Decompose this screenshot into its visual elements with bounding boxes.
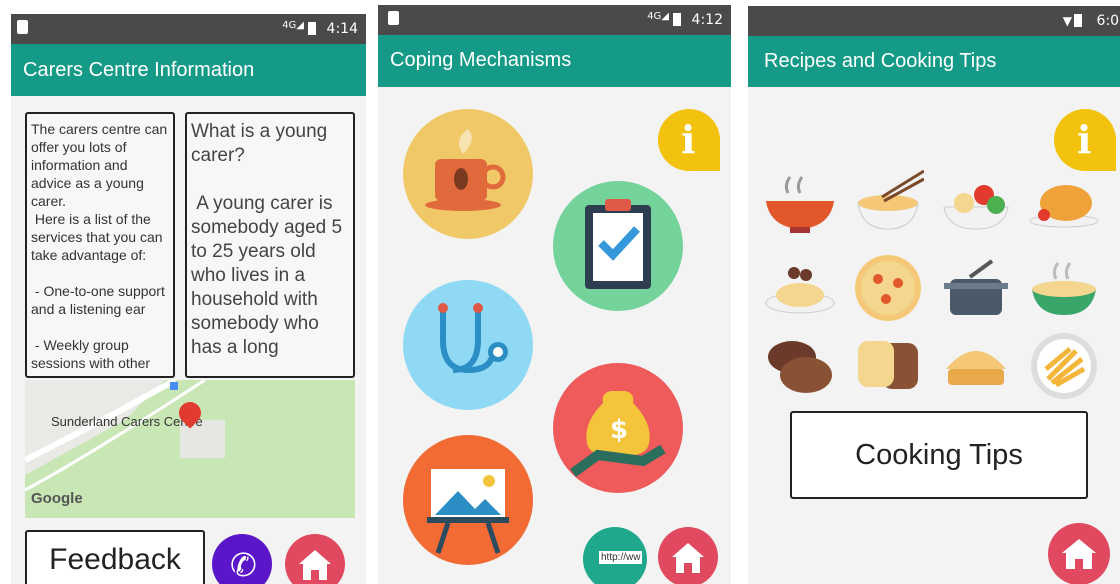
call-button[interactable]: ✆: [212, 534, 272, 584]
recipe-pie-button[interactable]: [940, 331, 1012, 401]
wifi-icon: ▼: [1062, 14, 1072, 28]
feedback-label: Feedback: [49, 543, 181, 576]
soup-bowl-icon: [766, 176, 834, 233]
home-icon: [672, 543, 704, 573]
coffee-button[interactable]: [403, 109, 533, 239]
home-button[interactable]: [658, 527, 718, 584]
status-time: 4:12: [691, 12, 723, 28]
cooking-tips-label: Cooking Tips: [855, 438, 1023, 471]
website-link-button[interactable]: http://ww: [583, 527, 647, 584]
recipe-pizza-button[interactable]: [852, 253, 924, 323]
pie-icon: [946, 351, 1006, 385]
potato-icon: [768, 341, 832, 393]
map-google-logo: Google: [31, 490, 83, 507]
info-icon: i: [681, 117, 696, 162]
home-button[interactable]: [285, 534, 345, 584]
stethoscope-icon: [438, 303, 508, 374]
recipe-broth-button[interactable]: [1028, 253, 1100, 323]
screen-coping-mechanisms: 4G◢ 4:12 Coping Mechanisms $ i http://ww: [378, 0, 731, 584]
screen-recipes: ▼ 6:00 Recipes and Cooking Tips i: [748, 0, 1120, 584]
fries-plate-icon: [1031, 333, 1097, 399]
recipe-soup-button[interactable]: [764, 167, 836, 237]
map-view[interactable]: Sunderland Carers Centre Google: [25, 380, 355, 518]
app-bar: Coping Mechanisms: [378, 35, 731, 87]
page-title: Carers Centre Information: [23, 59, 255, 81]
bread-icon: [858, 341, 918, 389]
status-time: 4:14: [326, 21, 358, 37]
info-button[interactable]: i: [1054, 109, 1116, 171]
link-label: http://ww: [599, 551, 643, 564]
green-bowl-icon: [1032, 262, 1096, 315]
art-button[interactable]: [403, 435, 533, 565]
svg-text:$: $: [610, 415, 628, 445]
salad-bowl-icon: [943, 185, 1009, 230]
recipe-stew-button[interactable]: [940, 253, 1012, 323]
recipe-pasta-button[interactable]: [764, 253, 836, 323]
young-carer-text: What is a young carer? A young carer is …: [191, 121, 343, 358]
sd-card-icon: [17, 20, 28, 34]
health-button[interactable]: [403, 280, 533, 410]
home-icon: [1062, 539, 1096, 569]
screen-carers-centre: 4G◢ 4:14 Carers Centre Information The c…: [11, 0, 366, 584]
home-icon: [299, 550, 331, 580]
recipe-fries-button[interactable]: [1028, 331, 1100, 401]
pasta-plate-icon: [765, 267, 835, 314]
sd-card-icon: [388, 11, 399, 25]
money-button[interactable]: $: [553, 363, 683, 493]
clipboard-icon: [585, 199, 651, 289]
status-time: 6:00: [1096, 13, 1120, 29]
cooking-tips-button[interactable]: Cooking Tips: [790, 411, 1088, 499]
roast-chicken-icon: [1029, 185, 1099, 228]
cooking-pot-icon: [944, 259, 1008, 315]
home-button[interactable]: [1048, 523, 1110, 584]
page-title: Coping Mechanisms: [390, 49, 572, 71]
signal-icon: 4G◢: [647, 11, 669, 22]
app-bar: Recipes and Cooking Tips: [748, 36, 1120, 87]
info-button[interactable]: i: [658, 109, 720, 171]
pizza-icon: [855, 255, 921, 321]
recipe-chicken-button[interactable]: [1028, 167, 1100, 237]
young-carer-text-box[interactable]: What is a young carer? A young carer is …: [185, 112, 355, 378]
services-text-box[interactable]: The carers centre can offer you lots of …: [25, 112, 175, 378]
services-text: The carers centre can offer you lots of …: [31, 121, 168, 371]
content-area: The carers centre can offer you lots of …: [11, 96, 366, 584]
recipe-noodles-button[interactable]: [852, 167, 925, 237]
recipe-salad-button[interactable]: [940, 167, 1012, 237]
recipe-bread-button[interactable]: [852, 331, 924, 401]
phone-icon: ✆: [230, 547, 257, 583]
info-icon: i: [1077, 117, 1092, 162]
content-area: $ i http://ww: [378, 87, 731, 584]
status-bar: 4G◢ 4:12: [378, 5, 731, 35]
status-bar: 4G◢ 4:14: [11, 14, 366, 44]
status-bar: ▼ 6:00: [748, 6, 1120, 36]
coffee-cup-icon: [425, 129, 506, 211]
easel-icon: [427, 469, 509, 554]
page-title: Recipes and Cooking Tips: [764, 50, 997, 72]
signal-icon: 4G◢: [282, 20, 304, 31]
feedback-button[interactable]: Feedback: [25, 530, 205, 584]
money-bag-icon: $: [570, 391, 666, 478]
checklist-button[interactable]: [553, 181, 683, 311]
recipe-potato-button[interactable]: [764, 331, 836, 401]
battery-icon: [308, 22, 316, 35]
battery-icon: [1074, 14, 1082, 27]
noodle-bowl-icon: [857, 169, 925, 230]
app-bar: Carers Centre Information: [11, 44, 366, 96]
content-area: i Cooking Tips: [748, 87, 1120, 584]
battery-icon: [673, 13, 681, 26]
